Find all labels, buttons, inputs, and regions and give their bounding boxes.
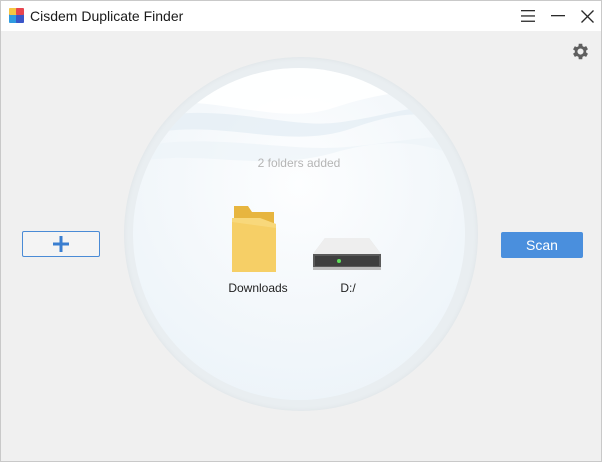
add-folder-button[interactable] — [22, 231, 100, 257]
app-window: Cisdem Duplicate Finder 2 folders added … — [0, 0, 602, 462]
close-icon — [580, 9, 594, 23]
window-title: Cisdem Duplicate Finder — [30, 8, 184, 24]
wave-decoration — [133, 68, 465, 163]
scan-button[interactable]: Scan — [501, 232, 583, 258]
hamburger-menu-icon — [521, 10, 535, 22]
gear-icon[interactable] — [570, 41, 591, 62]
hard-drive-icon[interactable] — [311, 236, 383, 272]
minimize-button[interactable] — [543, 1, 573, 31]
drop-zone[interactable] — [133, 68, 465, 400]
item-downloads-label: Downloads — [228, 281, 288, 295]
close-button[interactable] — [572, 1, 601, 31]
folder-icon[interactable] — [230, 204, 278, 274]
title-bar: Cisdem Duplicate Finder — [1, 1, 601, 31]
plus-icon — [53, 236, 69, 252]
app-logo-icon — [9, 8, 24, 23]
item-drive-label: D:/ — [340, 281, 356, 295]
minimize-icon — [551, 15, 565, 17]
menu-button[interactable] — [513, 1, 543, 31]
folders-added-status: 2 folders added — [257, 156, 341, 170]
